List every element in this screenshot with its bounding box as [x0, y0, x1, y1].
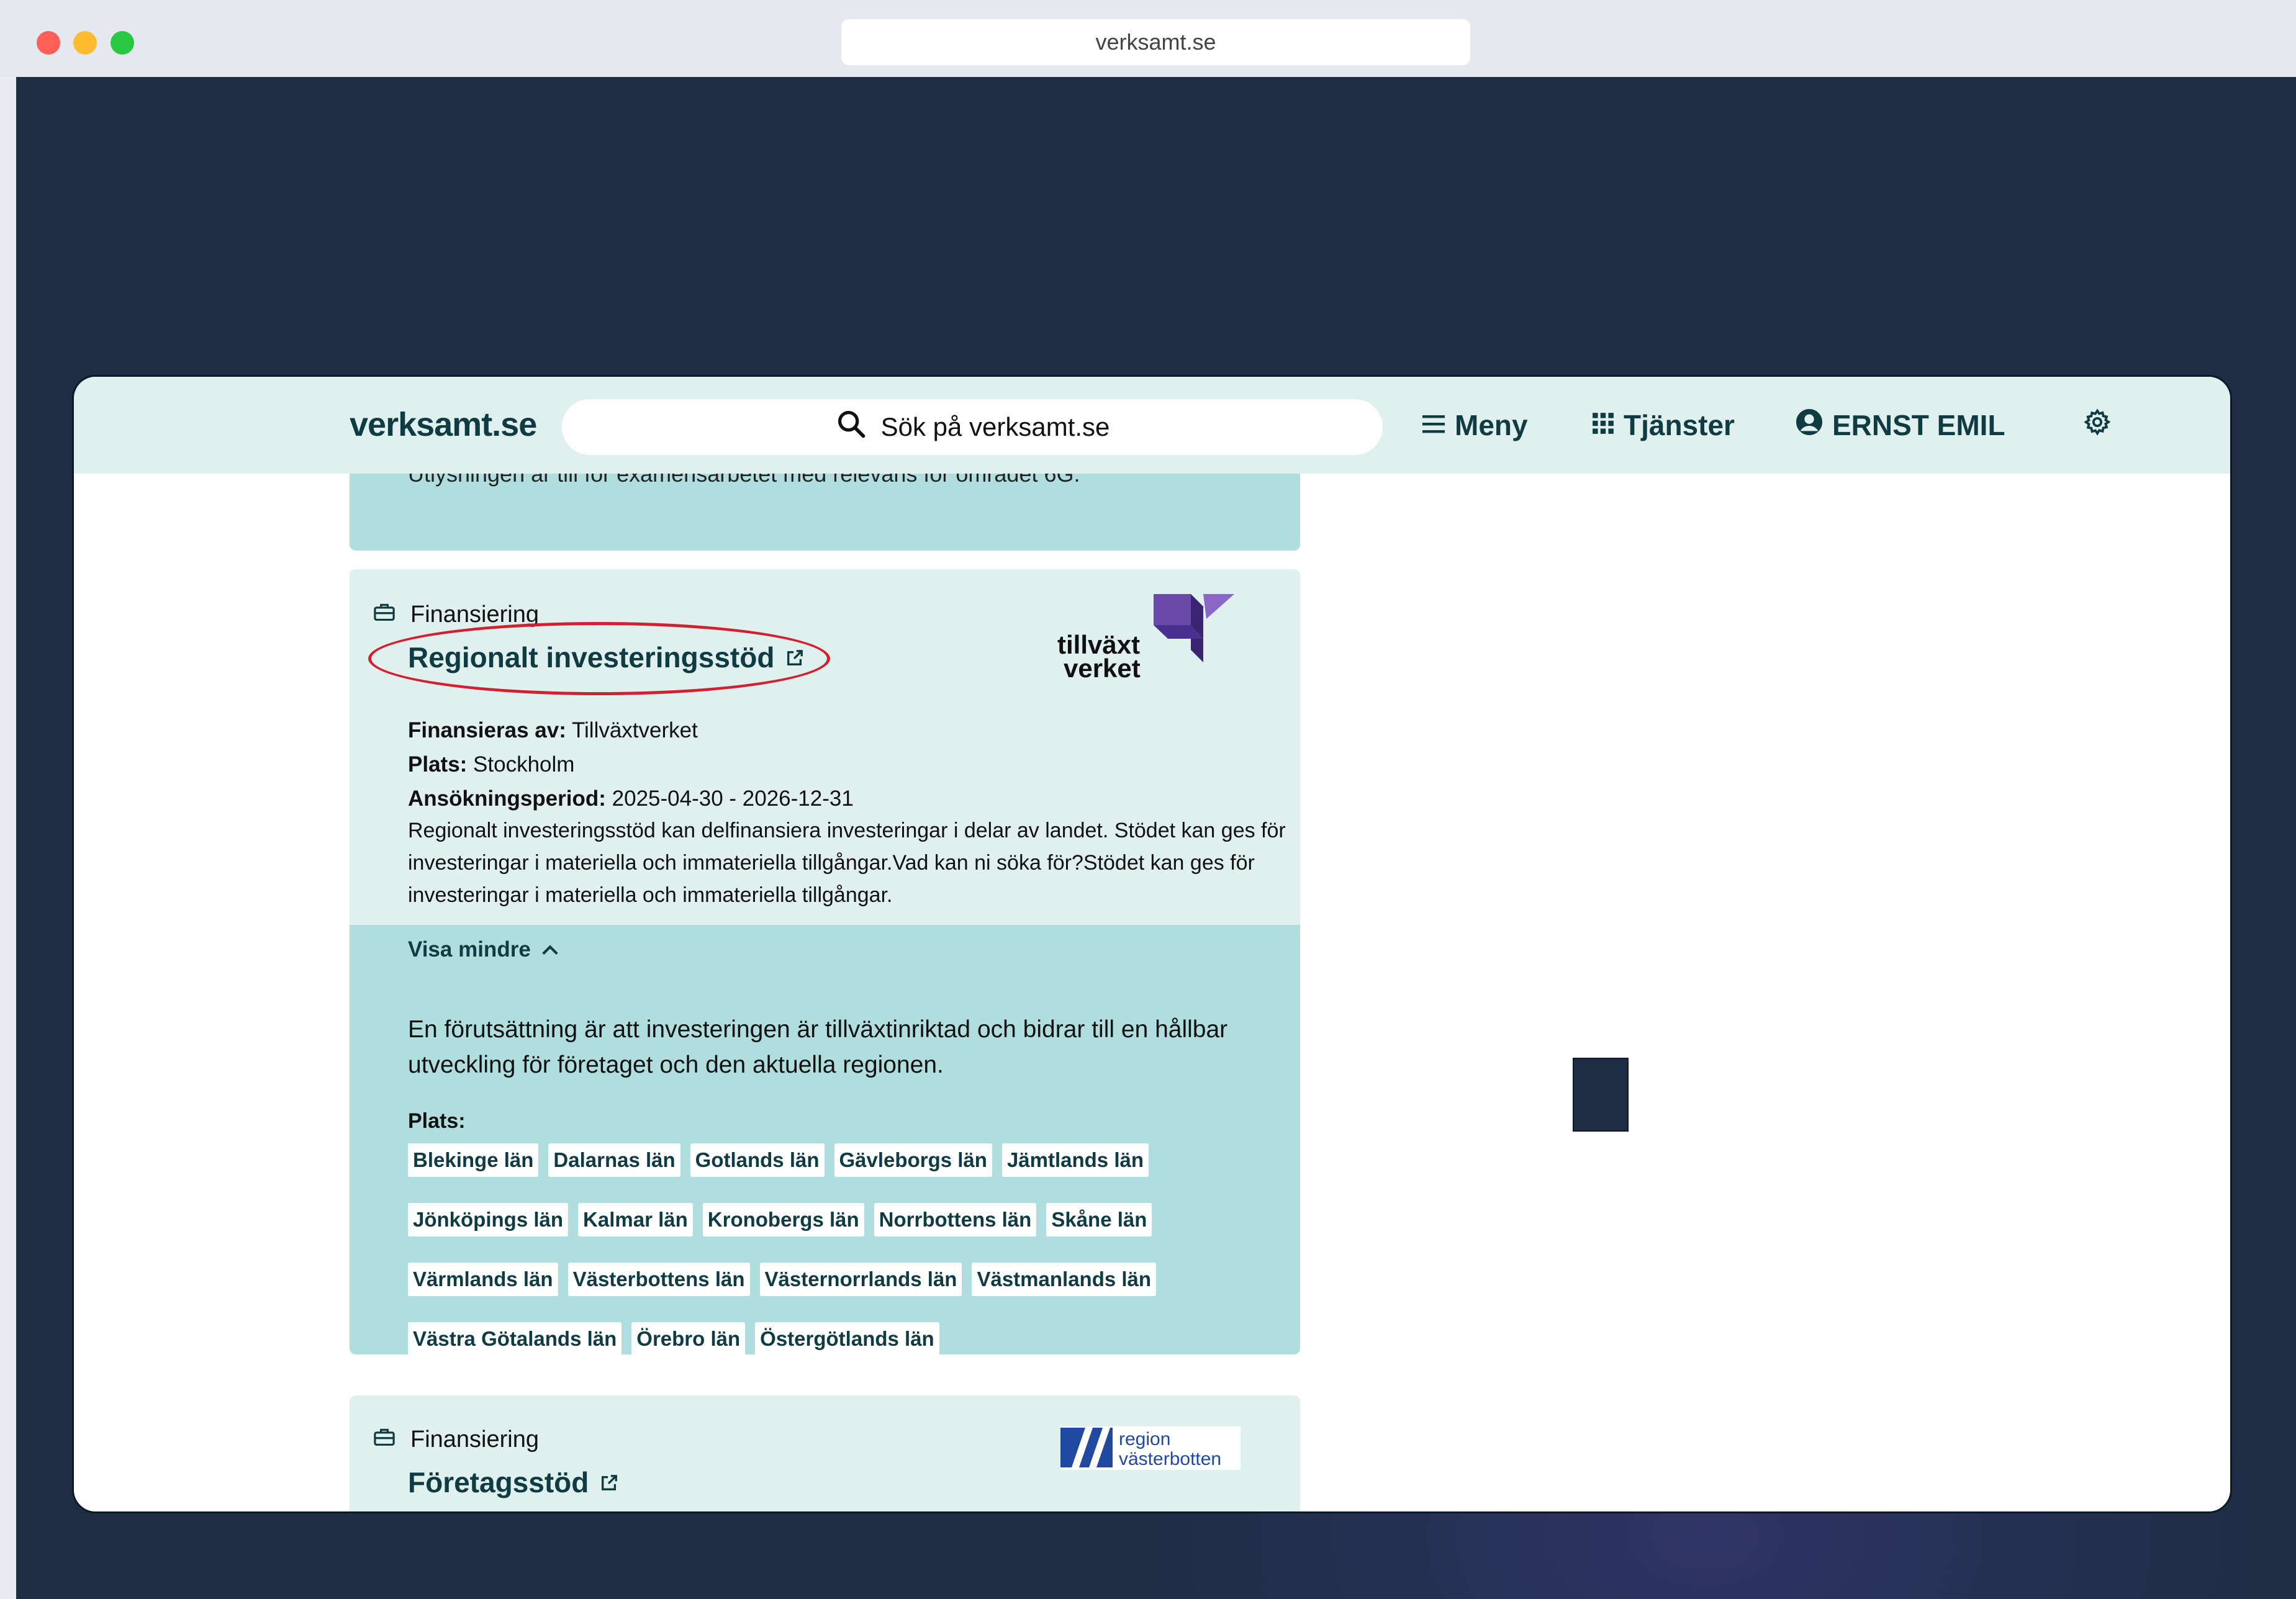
result-card-regional-investment: Finansiering Regionalt investeringsstöd …: [350, 569, 1300, 1354]
card-title-link[interactable]: Företagsstöd: [408, 1466, 618, 1499]
briefcase-icon: [373, 1426, 395, 1453]
menu-button[interactable]: Meny: [1421, 408, 1528, 443]
location-value: Stockholm: [473, 752, 575, 777]
menu-label: Meny: [1455, 409, 1528, 441]
location-row: Plats: Stockholm: [408, 752, 574, 777]
place-tag: Jämtlands län: [1001, 1143, 1149, 1177]
floating-overlay-block: [1573, 1058, 1629, 1132]
logo-text-line2: verket: [1064, 654, 1141, 681]
address-bar-url: verksamt.se: [1095, 29, 1216, 55]
place-tag: Gotlands län: [690, 1143, 825, 1177]
minimize-window-button[interactable]: [73, 31, 97, 55]
card-title: Regionalt investeringsstöd: [408, 641, 775, 673]
place-tag: Örebro län: [631, 1322, 746, 1354]
maximize-window-button[interactable]: [111, 31, 134, 55]
place-tag: Blekinge län: [408, 1143, 539, 1177]
place-tag: Dalarnas län: [548, 1143, 680, 1177]
period-row: Ansökningsperiod: 2025-04-30 - 2026-12-3…: [408, 786, 854, 811]
close-window-button[interactable]: [37, 31, 60, 55]
user-avatar-icon: [1795, 408, 1824, 443]
user-account-button[interactable]: ERNST EMIL: [1795, 408, 2005, 443]
search-icon: [835, 408, 867, 446]
page-viewport: verksamt.se Sök på verksamt.se Meny Tjän…: [72, 375, 2232, 1513]
funder-value: Tillväxtverket: [571, 718, 698, 742]
briefcase-icon: [373, 601, 395, 628]
place-tag: Värmlands län: [408, 1263, 558, 1296]
site-logo[interactable]: verksamt.se: [350, 405, 537, 444]
place-tag: Östergötlands län: [755, 1322, 939, 1354]
region-vasterbotten-logo: region västerbotten: [1060, 1426, 1241, 1470]
desktop-background: verksamt.se Sök på verksamt.se Meny Tjän…: [16, 77, 2296, 1599]
period-label: Ansökningsperiod:: [408, 786, 606, 811]
places-label: Plats:: [408, 1109, 466, 1133]
settings-button[interactable]: [2083, 408, 2112, 443]
logo-text-line2: västerbotten: [1119, 1449, 1221, 1469]
site-header: verksamt.se Sök på verksamt.se Meny Tjän…: [74, 377, 2230, 474]
card-title-link[interactable]: Regionalt investeringsstöd: [408, 641, 804, 674]
place-tag: Jönköpings län: [408, 1203, 569, 1236]
location-label: Plats:: [408, 752, 468, 777]
gear-icon: [2083, 408, 2112, 443]
card-description: Regionalt investeringsstöd kan delfinans…: [408, 819, 1286, 907]
funder-row: Finansieras av: Tillväxtverket: [408, 718, 698, 743]
user-name: ERNST EMIL: [1832, 409, 2005, 441]
place-tag: Kalmar län: [578, 1203, 693, 1236]
category-row: Finansiering: [373, 1426, 539, 1453]
place-tag: Västerbottens län: [567, 1263, 750, 1296]
place-tag: Gävleborgs län: [834, 1143, 992, 1177]
place-tag: Kronobergs län: [702, 1203, 864, 1236]
card-title: Företagsstöd: [408, 1466, 589, 1498]
chevron-up-icon: [541, 937, 559, 962]
category-label: Finansiering: [410, 1426, 539, 1453]
places-tag-list: Blekinge län Dalarnas län Gotlands län G…: [408, 1143, 1215, 1354]
address-bar[interactable]: verksamt.se: [841, 19, 1470, 65]
search-placeholder: Sök på verksamt.se: [880, 412, 1110, 441]
logo-text-line1: region: [1119, 1429, 1170, 1449]
result-card-foretagsstod: Finansiering Företagsstöd region västerb…: [350, 1395, 1300, 1511]
place-tag: Norrbottens län: [874, 1203, 1037, 1236]
external-link-icon: [785, 641, 804, 674]
external-link-icon: [600, 1466, 618, 1499]
expanded-details: Visa mindre En förutsättning är att inve…: [350, 925, 1300, 1354]
funder-label: Finansieras av:: [408, 718, 566, 742]
expanded-description: En förutsättning är att investeringen är…: [408, 1016, 1228, 1078]
tillvaxtverket-logo: tillväxt verket: [1057, 594, 1234, 681]
show-less-label: Visa mindre: [408, 937, 531, 962]
place-tag: Skåne län: [1046, 1203, 1152, 1236]
place-tag: Västra Götalands län: [408, 1322, 622, 1354]
period-value: 2025-04-30 - 2026-12-31: [612, 786, 854, 811]
show-less-button[interactable]: Visa mindre: [408, 937, 559, 962]
grid-icon: [1591, 408, 1615, 442]
hamburger-icon: [1421, 408, 1446, 442]
services-label: Tjänster: [1624, 409, 1735, 441]
place-tag: Västernorrlands län: [759, 1263, 962, 1296]
search-input[interactable]: Sök på verksamt.se: [562, 399, 1383, 455]
services-button[interactable]: Tjänster: [1591, 408, 1735, 443]
place-tag: Västmanlands län: [972, 1263, 1157, 1296]
browser-titlebar: verksamt.se: [0, 0, 2296, 77]
